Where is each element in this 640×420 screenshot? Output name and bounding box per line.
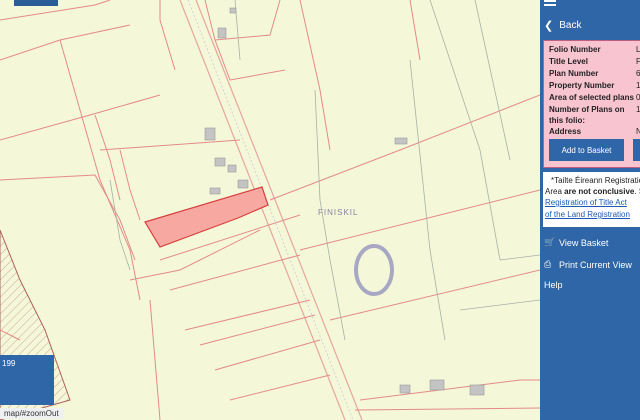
plan-number-value: 6 xyxy=(636,69,640,78)
selected-parcel[interactable] xyxy=(144,186,269,248)
title-level-label: Title Level xyxy=(549,57,588,66)
land-registration-link[interactable]: of the Land Registration xyxy=(545,209,630,220)
map-canvas[interactable]: FINISKIL 199 map/#zoomOut xyxy=(0,0,540,420)
title-level-value: Fr xyxy=(636,57,640,66)
side-panel: ❮ Back Folio Number LM Title Level Fr Pl… xyxy=(540,0,640,420)
property-number-value: 1 xyxy=(636,81,640,90)
print-icon: ⎙ xyxy=(544,259,552,269)
print-view-button[interactable]: ⎙ Print Current View xyxy=(544,259,632,270)
help-label: Help xyxy=(544,280,563,290)
num-plans-label-1: Number of Plans on xyxy=(549,105,625,114)
disclaimer-prefix: Area xyxy=(545,187,565,196)
view-basket-button[interactable]: 🛒 View Basket xyxy=(544,237,608,248)
disclaimer-line-2: Area are not conclusive. S xyxy=(545,186,640,197)
disclaimer-suffix: . S xyxy=(634,187,640,196)
plan-number-label: Plan Number xyxy=(549,69,599,78)
area-value: 0. xyxy=(636,93,640,102)
cart-icon: 🛒 xyxy=(544,237,556,247)
disclaimer-bold: are not conclusive xyxy=(564,187,635,196)
folio-number-label: Folio Number xyxy=(549,45,601,54)
address-value: No xyxy=(636,127,640,136)
menu-icon[interactable] xyxy=(544,0,556,8)
ring-fort xyxy=(354,244,394,296)
scale-text: 199 xyxy=(2,359,16,368)
num-plans-value: 1 xyxy=(636,105,640,114)
parcel-map[interactable] xyxy=(0,0,540,420)
chevron-left-icon: ❮ xyxy=(544,19,554,32)
disclaimer-box: *Tailte Éireann Registration Area are no… xyxy=(543,172,640,227)
num-plans-label-2: this folio: xyxy=(549,116,585,125)
area-label: Area of selected plans xyxy=(549,93,634,102)
address-label: Address xyxy=(549,127,582,136)
property-number-label: Property Number xyxy=(549,81,615,90)
back-button[interactable]: ❮ Back xyxy=(540,16,640,34)
panel-header: ❮ Back xyxy=(540,0,640,36)
folio-info-box: Folio Number LM Title Level Fr Plan Numb… xyxy=(543,40,640,168)
help-link[interactable]: Help xyxy=(544,280,563,290)
secondary-action-button[interactable] xyxy=(633,139,640,161)
map-header-tab xyxy=(14,0,58,6)
townland-label: FINISKIL xyxy=(318,208,359,217)
print-label: Print Current View xyxy=(559,259,632,270)
registration-act-link[interactable]: Registration of Title Act xyxy=(545,197,627,208)
scale-panel: 199 xyxy=(0,355,54,405)
folio-number-value: LM xyxy=(636,45,640,54)
back-label: Back xyxy=(559,19,582,31)
field-boundaries xyxy=(0,0,540,420)
disclaimer-line-1: *Tailte Éireann Registration xyxy=(551,176,640,185)
add-to-basket-button[interactable]: Add to Basket xyxy=(549,139,624,161)
view-basket-label: View Basket xyxy=(559,237,609,248)
status-url: map/#zoomOut xyxy=(0,408,63,419)
